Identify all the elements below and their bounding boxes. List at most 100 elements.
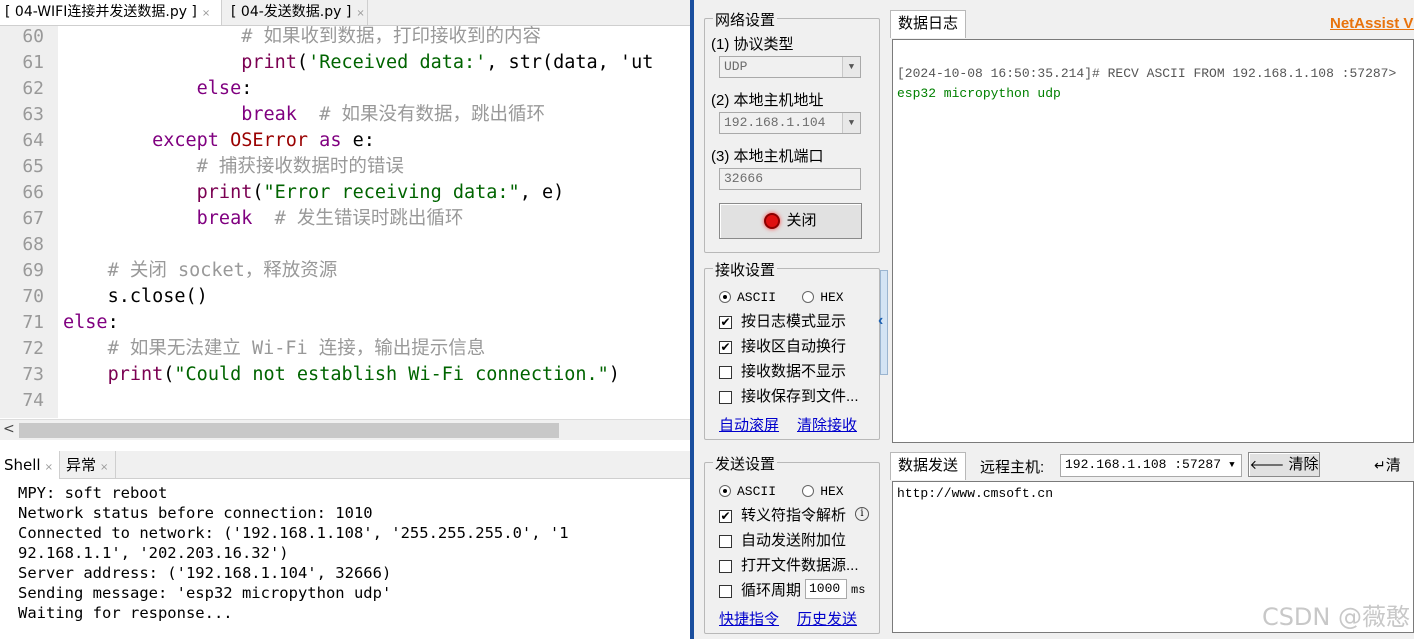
line-number: 64 [22,130,44,151]
code-token-comment: # 如果没有数据，跳出循环 [296,104,545,125]
tab-wifi-send-file[interactable]: [ 04-WIFI连接并发送数据.py ] × [0,0,222,25]
code-line: # 如果收到数据，打印接收到的内容 [63,26,541,50]
code-token-rest: s.close() [107,286,208,307]
send-settings-group: 发送设置 ASCII HEX i 1000 ms 快捷指令 历史发送 ✔ 转义符指… [704,453,880,634]
line-number: 62 [22,78,44,99]
scroll-left-icon[interactable]: < [3,421,15,437]
panel-tab-bar: Shell × 异常 × [0,451,690,479]
remote-host-select[interactable]: 192.168.1.108 :57287 ▼ [1060,454,1242,477]
shortcut-commands-link[interactable]: 快捷指令 [719,608,779,629]
line-number: 61 [22,52,44,73]
close-icon[interactable]: × [202,8,210,19]
line-number: 70 [22,286,44,307]
send-ascii-radio[interactable]: ASCII [719,482,776,499]
radio-label: ASCII [737,290,777,305]
arrow-left-icon: 🡐 [1249,457,1285,472]
option-checkbox[interactable]: 接收数据不显示 [719,362,846,382]
receive-hex-radio[interactable]: HEX [802,288,844,305]
receive-settings-group: 接收设置 ASCII HEX 自动滚屏 清除接收 ✔ 按日志模式显示 ✔ 接收区自动换… [704,259,880,440]
close-icon[interactable]: × [45,462,53,473]
clear-send-button[interactable]: ↵清 [1374,453,1414,477]
tab-shell[interactable]: Shell × [0,451,60,479]
tab-label: [ 04-WIFI连接并发送数据.py ] [5,4,197,20]
group-title: 发送设置 [713,453,778,474]
host-select[interactable]: 192.168.1.104 ▼ [719,112,861,134]
code-token-rest: : [107,312,119,333]
data-log-area[interactable]: [2024-10-08 16:50:35.214]# RECV ASCII FR… [892,39,1414,443]
receive-ascii-radio[interactable]: ASCII [719,288,776,305]
chevron-down-icon[interactable]: ▼ [842,113,860,133]
option-label: 自动发送附加位 [741,532,847,549]
code-token-str: "Error receiving data:" [263,182,520,203]
option-checkbox[interactable]: 接收保存到文件... [719,387,859,407]
line-number: 66 [22,182,44,203]
shell-line: Server address: ('192.168.1.104', 32666) [18,564,392,582]
checkbox-icon [719,584,732,598]
loop-period-input[interactable]: 1000 [805,579,847,599]
option-checkbox[interactable]: 打开文件数据源... [719,556,859,576]
radio-icon [802,291,815,304]
code-token-indent [63,208,197,229]
tab-data-log[interactable]: 数据日志 [890,10,967,38]
line-number: 60 [22,26,44,47]
shell-output[interactable]: MPY: soft reboot Network status before co… [0,480,690,639]
button-label: 关闭 [786,212,817,229]
code-line: s.close() [63,284,208,310]
radio-icon [802,485,815,498]
send-history-link[interactable]: 历史发送 [797,608,857,629]
code-token-exc: OSError [218,130,309,151]
chevron-down-icon[interactable]: ▼ [842,57,860,77]
group-title: 网络设置 [713,9,778,30]
line-number-gutter: 60 61 62 63 64 65 66 67 68 69 70 71 72 73 74 [0,26,58,418]
send-hex-radio[interactable]: HEX [802,482,844,499]
chevron-down-icon[interactable]: ▼ [1223,455,1241,476]
option-checkbox[interactable]: 循环周期 [719,581,801,601]
code-token-str: 'Received data:' [308,52,487,73]
scrollbar-thumb[interactable] [19,423,559,438]
chevron-left-icon[interactable]: ‹ [878,312,883,330]
option-checkbox[interactable]: ✔ 接收区自动换行 [719,337,846,357]
close-icon[interactable]: × [356,8,364,19]
radio-icon [719,485,731,498]
option-checkbox[interactable]: ✔ 转义符指令解析 [719,506,846,526]
code-token-comment: # 如果收到数据，打印接收到的内容 [241,26,541,47]
code-token-builtin: print [196,182,253,203]
network-settings-group: 网络设置 (1) 协议类型 UDP ▼ (2) 本地主机地址 192.168.1… [704,9,880,253]
option-checkbox[interactable]: 自动发送附加位 [719,531,846,551]
code-line: else: [63,76,253,102]
code-line: # 捕获接收数据时的错误 [63,154,404,180]
clear-receive-link[interactable]: 清除接收 [797,414,857,435]
code-editor: [ 04-WIFI连接并发送数据.py ] × [ 04-发送数据.py ] × 6… [0,0,690,639]
radio-label: HEX [820,290,844,305]
option-checkbox[interactable]: ✔ 按日志模式显示 [719,312,846,332]
shell-line: Network status before connection: 1010 [18,504,373,522]
option-label: 打开文件数据源... [741,557,859,574]
code-token-rest: : [241,78,253,99]
send-content: http://www.cmsoft.cn [897,486,1054,501]
protocol-select[interactable]: UDP ▼ [719,56,861,78]
remote-host-label: 远程主机: [980,459,1045,476]
close-icon[interactable]: × [100,462,108,473]
code-token-indent [63,156,197,177]
port-input[interactable]: 32666 [719,168,861,190]
log-header: [2024-10-08 16:50:35.214]# RECV ASCII FR… [897,66,1397,81]
code-token-open: ( [252,182,264,203]
shell-line: Sending message: 'esp32 micropython udp' [18,584,392,602]
tab-label: Shell [4,456,41,474]
tab-exceptions[interactable]: 异常 × [62,451,116,479]
info-icon[interactable]: i [855,507,869,521]
code-line: print('Received data:', str(data, 'ut [63,50,653,76]
button-label: 清除 [1288,456,1319,473]
code-line: # 关闭 socket，释放资源 [63,258,338,284]
close-connection-button[interactable]: 关闭 [719,203,862,239]
receive-format-row: ASCII HEX [719,287,844,307]
horizontal-scrollbar[interactable]: < [0,419,690,440]
auto-scroll-link[interactable]: 自动滚屏 [719,414,779,435]
tab-send-data-file[interactable]: [ 04-发送数据.py ] × [226,0,368,25]
line-number: 68 [22,234,44,255]
tab-data-send[interactable]: 数据发送 [890,452,967,480]
code-token-kw: break [241,104,297,125]
code-token-comment: # 发生错误时跳出循环 [252,208,464,229]
clear-remote-button[interactable]: 🡐 清除 [1248,452,1320,477]
code-area[interactable]: 60 61 62 63 64 65 66 67 68 69 70 71 72 73 74 # 如果收到数据，… [0,26,690,418]
